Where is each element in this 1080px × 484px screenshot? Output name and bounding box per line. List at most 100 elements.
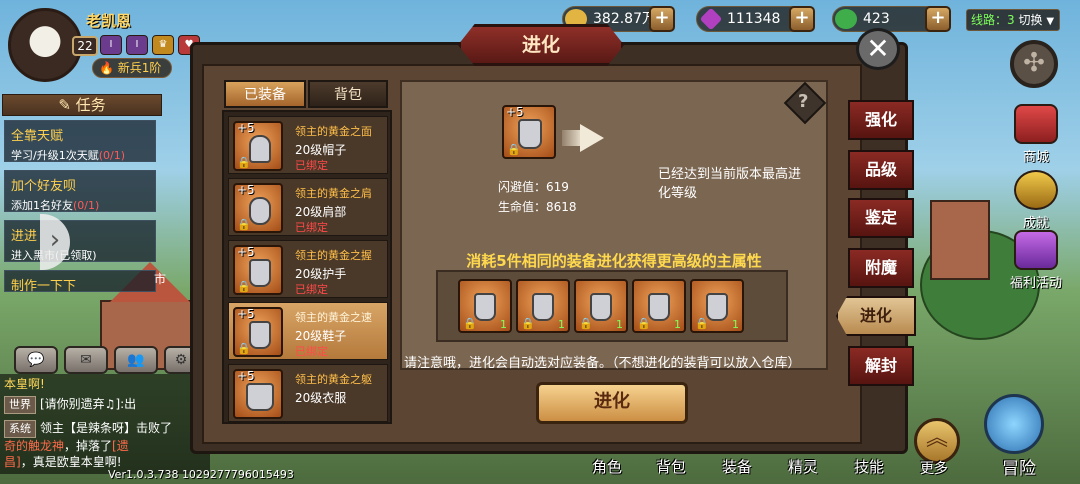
- task-desc: 添加1名好友(0/1): [11, 197, 149, 213]
- task-title: 制作一下下: [11, 279, 77, 294]
- task-desc: 学习/升级1次天赋(0/1): [11, 147, 149, 163]
- task-item[interactable]: 全靠天赋 学习/升级1次天赋(0/1): [4, 120, 156, 162]
- bound-status: 已绑定: [295, 221, 328, 234]
- lock-icon: 🔒: [237, 280, 251, 293]
- tab-evolve[interactable]: 进化: [836, 296, 916, 336]
- achievement-button[interactable]: 成就: [1006, 170, 1066, 231]
- material-count: 1: [558, 318, 565, 331]
- welfare-button[interactable]: 福利活动: [1002, 230, 1070, 291]
- nav-skills[interactable]: 技能: [854, 456, 884, 477]
- equipment-name: 领主的黄金之面: [295, 125, 372, 138]
- task-item[interactable]: 制作一下下: [4, 270, 156, 294]
- equipment-item[interactable]: +5 🔒 领主的黄金之握 20级护手 已绑定: [228, 240, 388, 298]
- lock-icon: 🔒: [695, 317, 709, 330]
- lock-icon: 🔒: [463, 317, 477, 330]
- nav-spirit[interactable]: 精灵: [788, 456, 818, 477]
- task-title: 全靠天赋: [11, 129, 64, 144]
- lock-icon: 🔒: [237, 156, 251, 169]
- tab-unseal[interactable]: 解封: [848, 346, 914, 386]
- shop-button[interactable]: 商城: [1006, 104, 1066, 165]
- nav-character[interactable]: 角色: [592, 456, 622, 477]
- achievement-label: 成就: [1022, 216, 1049, 231]
- bound-status: 已绑定: [295, 345, 328, 358]
- mail-icon[interactable]: ✉: [64, 346, 108, 374]
- trophy-icon: [1014, 170, 1058, 210]
- tab-enchant[interactable]: 附魔: [848, 248, 914, 288]
- shop-label: 商城: [1022, 150, 1049, 165]
- equipment-name: 领主的黄金之肩: [295, 187, 372, 200]
- chat-text: 领主【是辣条呀】击败了: [40, 421, 173, 435]
- stamina-value: 423: [863, 11, 890, 27]
- tab-backpack[interactable]: 背包: [308, 80, 388, 108]
- chat-item-link[interactable]: [遗: [112, 439, 129, 453]
- task-desc-text: 学习/升级1次天赋: [11, 149, 99, 162]
- chat-line: 世界 [请你别遗弃♫]:出: [4, 396, 208, 414]
- material-slot[interactable]: 🔒 1: [458, 279, 512, 333]
- server-switch-label: 切换: [1018, 13, 1043, 27]
- server-switch[interactable]: 线路：3 切换 ▼: [966, 9, 1060, 31]
- add-gold-button[interactable]: +: [649, 6, 675, 32]
- equipment-item[interactable]: +5 领主的黄金之躯 20级衣服: [228, 364, 388, 422]
- tab-identify[interactable]: 鉴定: [848, 198, 914, 238]
- tab-enhance[interactable]: 强化: [848, 100, 914, 140]
- material-slot[interactable]: 🔒 1: [690, 279, 744, 333]
- chat-log[interactable]: 本皇啊! 世界 [请你别遗弃♫]:出 系统 领主【是辣条呀】击败了 奇的触龙神，掉落…: [0, 374, 210, 474]
- material-count: 1: [732, 318, 739, 331]
- equipment-item-selected[interactable]: +5 🔒 领主的黄金之速 20级鞋子 已绑定: [228, 302, 388, 360]
- consume-title: 消耗5件相同的装备进化获得更高级的主属性: [466, 252, 762, 270]
- lock-icon: 🔒: [237, 218, 251, 231]
- lock-icon: 🔒: [579, 317, 593, 330]
- lock-icon: 🔒: [507, 143, 521, 156]
- friends-icon[interactable]: 👥: [114, 346, 158, 374]
- chat-text: ，掉落了: [64, 439, 113, 453]
- crown-icon: ♛: [152, 35, 174, 55]
- task-item[interactable]: 加个好友呗 添加1名好友(0/1): [4, 170, 156, 212]
- rank-icons: Ⅰ Ⅰ ♛ ♥: [100, 35, 200, 55]
- task-side-label: 市: [154, 272, 167, 286]
- task-header[interactable]: ✎ 任务: [2, 94, 162, 116]
- task-title: 进进: [11, 229, 38, 244]
- evolution-notice: 请注意哦，进化会自动选对应装备。（不想进化的装背可以放入仓库）: [404, 356, 801, 371]
- lock-icon: 🔒: [521, 317, 535, 330]
- equipment-item[interactable]: +5 🔒 领主的黄金之肩 20级肩部 已绑定: [228, 178, 388, 236]
- welfare-label: 福利活动: [1009, 276, 1062, 291]
- nav-more[interactable]: 更多: [920, 458, 948, 478]
- gem-value: 111348: [727, 11, 781, 27]
- material-count: 1: [500, 318, 507, 331]
- question-icon: ?: [798, 91, 809, 112]
- equipment-item[interactable]: +5 🔒 领主的黄金之面 20级帽子 已绑定: [228, 116, 388, 174]
- chat-bubble-icon[interactable]: 💬: [14, 346, 58, 374]
- lock-icon: 🔒: [637, 317, 651, 330]
- equipment-type: 20级衣服: [295, 391, 347, 405]
- selected-equipment-icon[interactable]: +5 🔒: [502, 105, 556, 159]
- enhance-level: +5: [237, 183, 255, 197]
- equipment-list[interactable]: +5 🔒 领主的黄金之面 20级帽子 已绑定 +5 🔒 领主的黄金之肩 20级肩部 …: [222, 110, 392, 424]
- task-header-label: 任务: [75, 96, 106, 114]
- material-slot[interactable]: 🔒 1: [574, 279, 628, 333]
- player-avatar[interactable]: [8, 8, 82, 82]
- add-stamina-button[interactable]: +: [925, 6, 951, 32]
- task-desc: 进入黑市(已领取): [11, 247, 149, 263]
- adventure-portal-icon[interactable]: [984, 394, 1044, 454]
- chat-channel-tag: 世界: [4, 396, 36, 414]
- tab-equipped[interactable]: 已装备: [224, 80, 306, 108]
- enhance-level: +5: [506, 105, 524, 119]
- nav-backpack[interactable]: 背包: [656, 456, 686, 477]
- close-button[interactable]: ✕: [856, 28, 900, 70]
- evolve-button[interactable]: 进化: [536, 382, 688, 424]
- material-slot[interactable]: 🔒 1: [632, 279, 686, 333]
- stat-label: 生命值：: [498, 200, 547, 214]
- arrow-right-icon: [580, 124, 604, 152]
- background-house: [930, 200, 990, 280]
- task-desc-text: 添加1名好友: [11, 199, 73, 212]
- material-count: 1: [674, 318, 681, 331]
- nav-adventure[interactable]: 冒险: [1002, 454, 1036, 479]
- game-settings-icon[interactable]: ✣: [1010, 40, 1058, 88]
- task-item[interactable]: 进进 进入黑市(已领取): [4, 220, 156, 262]
- tab-grade[interactable]: 品级: [848, 150, 914, 190]
- add-gem-button[interactable]: +: [789, 6, 815, 32]
- gift-icon: [1014, 230, 1058, 270]
- nav-equipment[interactable]: 装备: [722, 456, 752, 477]
- chat-item-link[interactable]: 昌]: [4, 455, 21, 469]
- material-slot[interactable]: 🔒 1: [516, 279, 570, 333]
